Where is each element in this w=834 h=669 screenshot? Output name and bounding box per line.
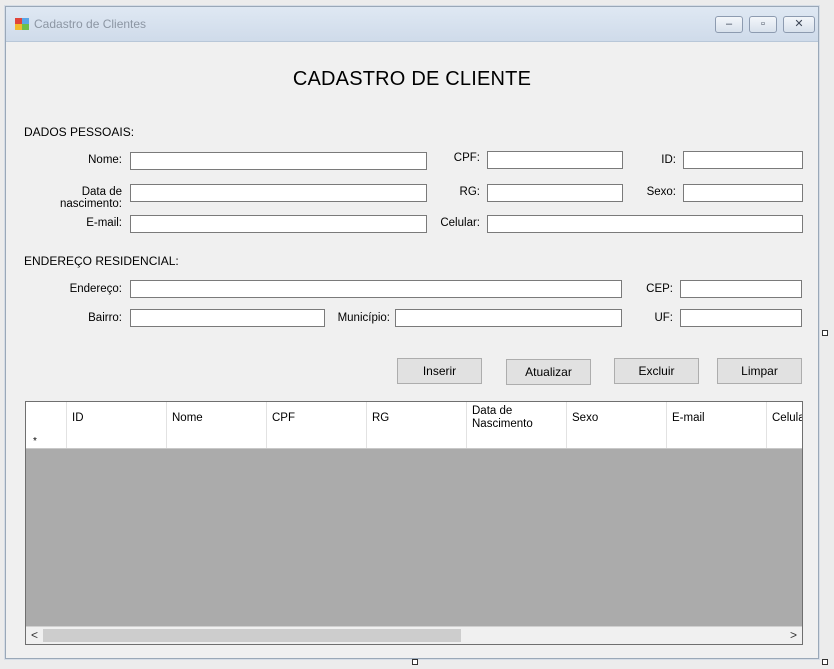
label-endereco: Endereço: bbox=[69, 283, 122, 295]
form-window: Cadastro de Clientes – ▫ ✕ CADASTRO DE C… bbox=[5, 6, 819, 659]
uf-field[interactable] bbox=[680, 309, 802, 327]
scroll-left-icon[interactable]: < bbox=[26, 627, 43, 644]
excluir-button[interactable]: Excluir bbox=[614, 358, 699, 384]
maximize-icon: ▫ bbox=[761, 18, 765, 30]
app-icon bbox=[15, 18, 29, 30]
column-header-nome[interactable]: Nome bbox=[167, 402, 267, 434]
row-header[interactable]: * bbox=[26, 434, 67, 448]
designer-canvas: Cadastro de Clientes – ▫ ✕ CADASTRO DE C… bbox=[0, 0, 834, 669]
form-client-area: CADASTRO DE CLIENTE DADOS PESSOAIS: Nome… bbox=[6, 42, 818, 658]
bairro-field[interactable] bbox=[130, 309, 325, 327]
inserir-button[interactable]: Inserir bbox=[397, 358, 482, 384]
window-title: Cadastro de Clientes bbox=[34, 17, 147, 31]
id-field[interactable] bbox=[683, 151, 803, 169]
column-header-cpf[interactable]: CPF bbox=[267, 402, 367, 434]
table-cell[interactable] bbox=[67, 434, 167, 448]
minimize-icon: – bbox=[725, 18, 733, 30]
page-title: CADASTRO DE CLIENTE bbox=[292, 68, 532, 90]
email-field[interactable] bbox=[130, 215, 427, 233]
clients-data-grid[interactable]: ID Nome CPF RG Data de Nascimento Sexo E… bbox=[25, 401, 803, 645]
data-nascimento-field[interactable] bbox=[130, 184, 427, 202]
rg-field[interactable] bbox=[487, 184, 623, 202]
column-header-id[interactable]: ID bbox=[67, 402, 167, 434]
table-cell[interactable] bbox=[367, 434, 467, 448]
label-cep: CEP: bbox=[646, 283, 673, 295]
column-header-email[interactable]: E-mail bbox=[667, 402, 767, 434]
table-cell[interactable] bbox=[467, 434, 567, 448]
grid-header-row: ID Nome CPF RG Data de Nascimento Sexo E… bbox=[26, 402, 802, 435]
table-cell[interactable] bbox=[167, 434, 267, 448]
celular-field[interactable] bbox=[487, 215, 803, 233]
label-data-nascimento: Data de nascimento: bbox=[59, 186, 122, 210]
resize-handle-corner[interactable] bbox=[822, 659, 828, 665]
sexo-field[interactable] bbox=[683, 184, 803, 202]
label-celular: Celular: bbox=[440, 217, 480, 229]
column-header-sexo[interactable]: Sexo bbox=[567, 402, 667, 434]
scroll-right-icon[interactable]: > bbox=[785, 627, 802, 644]
table-cell[interactable] bbox=[567, 434, 667, 448]
title-bar: Cadastro de Clientes – ▫ ✕ bbox=[6, 7, 818, 42]
table-cell[interactable] bbox=[267, 434, 367, 448]
table-row[interactable]: * bbox=[26, 434, 802, 449]
new-row-marker: * bbox=[33, 436, 37, 447]
column-header-celular[interactable]: Celula bbox=[767, 402, 802, 434]
row-header-corner bbox=[26, 402, 67, 434]
label-nome: Nome: bbox=[88, 154, 122, 166]
cep-field[interactable] bbox=[680, 280, 802, 298]
label-rg: RG: bbox=[459, 186, 480, 198]
nome-field[interactable] bbox=[130, 152, 427, 170]
atualizar-button[interactable]: Atualizar bbox=[506, 359, 591, 385]
endereco-field[interactable] bbox=[130, 280, 622, 298]
close-icon: ✕ bbox=[794, 18, 804, 30]
section-address: ENDEREÇO RESIDENCIAL: bbox=[24, 254, 179, 268]
label-municipio: Município: bbox=[337, 312, 390, 324]
label-bairro: Bairro: bbox=[88, 312, 122, 324]
label-sexo: Sexo: bbox=[646, 186, 676, 198]
limpar-button[interactable]: Limpar bbox=[717, 358, 802, 384]
table-cell[interactable] bbox=[667, 434, 767, 448]
cpf-field[interactable] bbox=[487, 151, 623, 169]
column-header-data-nascimento[interactable]: Data de Nascimento bbox=[467, 402, 567, 434]
scrollbar-thumb[interactable] bbox=[43, 629, 461, 642]
close-button[interactable]: ✕ bbox=[783, 16, 815, 33]
column-header-rg[interactable]: RG bbox=[367, 402, 467, 434]
maximize-button[interactable]: ▫ bbox=[749, 16, 777, 33]
horizontal-scrollbar[interactable]: < > bbox=[26, 626, 802, 644]
resize-handle-bottom[interactable] bbox=[412, 659, 418, 665]
municipio-field[interactable] bbox=[395, 309, 622, 327]
label-id: ID: bbox=[661, 154, 676, 166]
label-cpf: CPF: bbox=[453, 152, 480, 164]
label-uf: UF: bbox=[654, 312, 673, 324]
section-personal-data: DADOS PESSOAIS: bbox=[24, 125, 135, 139]
label-email: E-mail: bbox=[86, 217, 122, 229]
resize-handle-right[interactable] bbox=[822, 330, 828, 336]
table-cell[interactable] bbox=[767, 434, 802, 448]
minimize-button[interactable]: – bbox=[715, 16, 743, 33]
